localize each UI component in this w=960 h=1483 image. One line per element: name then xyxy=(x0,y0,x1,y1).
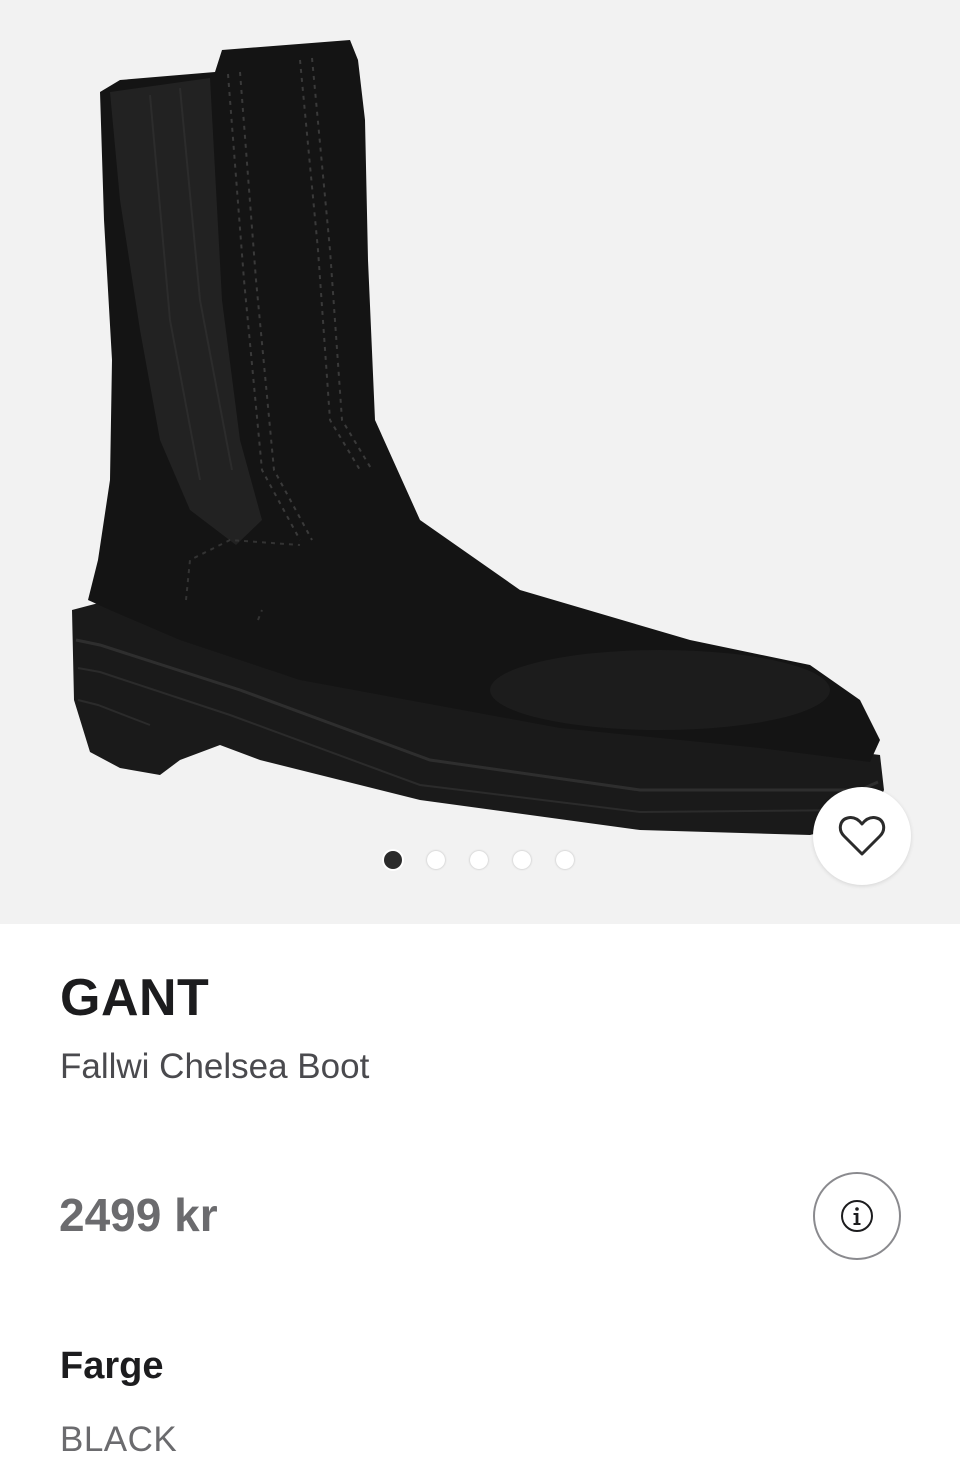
color-value: BLACK xyxy=(60,1420,178,1459)
price-info-button[interactable] xyxy=(813,1172,901,1260)
heart-outline-icon xyxy=(838,816,886,856)
product-image-gallery[interactable] xyxy=(0,0,960,924)
favorite-button[interactable] xyxy=(813,787,911,885)
pagination-dot[interactable] xyxy=(470,851,488,869)
color-heading: Farge xyxy=(60,1345,164,1387)
info-circle-icon xyxy=(841,1200,873,1232)
pagination-dot[interactable] xyxy=(427,851,445,869)
image-pagination-dots[interactable] xyxy=(384,851,574,869)
product-price: 2499 kr xyxy=(59,1189,218,1241)
brand-name[interactable]: GANT xyxy=(60,968,209,1028)
pagination-dot[interactable] xyxy=(384,851,402,869)
product-name: Fallwi Chelsea Boot xyxy=(60,1047,370,1086)
pagination-dot[interactable] xyxy=(556,851,574,869)
product-image xyxy=(72,40,884,835)
product-page: GANT Fallwi Chelsea Boot 2499 kr Farge B… xyxy=(0,0,960,1483)
pagination-dot[interactable] xyxy=(513,851,531,869)
